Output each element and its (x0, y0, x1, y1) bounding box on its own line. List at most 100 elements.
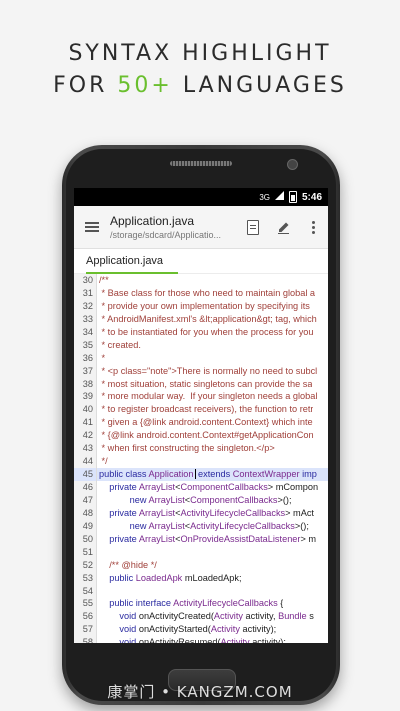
code-line[interactable]: 48 private ArrayList<ActivityLifecycleCa… (74, 506, 328, 520)
code-line[interactable]: 43 * when first constructing the singlet… (74, 442, 328, 456)
code-line[interactable]: 40 * to register broadcast receivers), t… (74, 403, 328, 417)
code-token: ArrayList (138, 533, 176, 544)
code-token: public class (99, 469, 149, 480)
code-line[interactable]: 52 /** @hide */ (74, 558, 328, 572)
code-token: */ (99, 456, 108, 467)
code-line[interactable]: 50 private ArrayList<OnProvideAssistData… (74, 532, 328, 546)
network-type: 3G (259, 192, 270, 202)
code-line[interactable]: 49 new ArrayList<ActivityLifecycleCallba… (74, 519, 328, 533)
code-text: * (97, 352, 106, 365)
code-text: void onActivityResumed(Activity activity… (97, 636, 286, 643)
line-number: 50 (74, 532, 97, 546)
code-text: * <p class="note">There is normally no n… (97, 365, 318, 378)
line-number: 43 (74, 442, 97, 456)
document-button[interactable] (238, 206, 268, 248)
code-token: > m (300, 533, 317, 544)
code-text: * to register broadcast receivers), the … (97, 403, 314, 416)
code-text: void onActivityStarted(Activity activity… (97, 623, 276, 636)
code-line[interactable]: 34 * to be instantiated for you when the… (74, 325, 328, 339)
code-line[interactable]: 56 void onActivityCreated(Activity activ… (74, 610, 328, 624)
code-line[interactable]: 44 */ (74, 455, 328, 469)
line-number: 53 (74, 571, 97, 585)
code-token: Activity (213, 611, 243, 622)
code-text: public interface ActivityLifecycleCallba… (97, 597, 283, 610)
code-text: private ArrayList<OnProvideAssistDataLis… (97, 533, 316, 546)
code-line[interactable]: 47 new ArrayList<ComponentCallbacks>(); (74, 493, 328, 507)
line-number: 57 (74, 623, 97, 637)
code-line[interactable]: 37 * <p class="note">There is normally n… (74, 364, 328, 378)
code-token: ArrayList (148, 494, 185, 505)
code-text: * Base class for those who need to maint… (97, 287, 316, 300)
code-token: ArrayList (148, 520, 185, 531)
code-token: > mAct (285, 507, 314, 518)
status-bar: 3G 5:46 (74, 188, 328, 206)
code-line[interactable]: 58 void onActivityResumed(Activity activ… (74, 636, 328, 643)
code-line[interactable]: 51 (74, 545, 328, 559)
code-text: public class Application extends Context… (97, 468, 317, 481)
code-line[interactable]: 38 * most situation, static singletons c… (74, 377, 328, 391)
line-number: 39 (74, 390, 97, 404)
code-token: ActivityLifecycleCallbacks (180, 507, 286, 518)
line-number: 45 (74, 468, 97, 481)
headline-line-2: FOR 50+ LANGUAGES (0, 70, 400, 102)
app-toolbar: Application.java /storage/sdcard/Applica… (74, 206, 328, 249)
code-line[interactable]: 32 * provide your own implementation by … (74, 299, 328, 313)
code-token: * {@link android.content.Context#getAppl… (99, 430, 314, 441)
code-line[interactable]: 46 private ArrayList<ComponentCallbacks>… (74, 481, 328, 494)
pencil-icon (277, 222, 289, 234)
code-token: public (99, 572, 136, 583)
code-line[interactable]: 31 * Base class for those who need to ma… (74, 286, 328, 300)
code-token: Bundle (278, 611, 307, 622)
tab-application-java[interactable]: Application.java (74, 249, 175, 273)
code-text: /** @hide */ (97, 559, 157, 572)
code-line[interactable]: 42 * {@link android.content.Context#getA… (74, 429, 328, 443)
line-number: 37 (74, 364, 97, 378)
line-number: 48 (74, 506, 97, 520)
code-line[interactable]: 54 (74, 584, 328, 598)
line-number: 49 (74, 519, 97, 533)
code-editor[interactable]: 30/** 31 * Base class for those who need … (74, 274, 328, 643)
code-token: * to register broadcast receivers), the … (99, 404, 314, 415)
code-token: * more modular way. If your singleton ne… (99, 391, 318, 402)
code-line[interactable]: 30/** (74, 274, 328, 287)
line-number: 52 (74, 558, 97, 572)
code-line[interactable]: 53 public LoadedApk mLoadedApk; (74, 571, 328, 585)
code-line[interactable]: 33 * AndroidManifest.xml's &lt;applicati… (74, 312, 328, 326)
code-token: activity); (239, 624, 277, 635)
code-line[interactable]: 55 public interface ActivityLifecycleCal… (74, 597, 328, 611)
menu-button[interactable] (74, 206, 110, 248)
code-token: >(); (294, 520, 309, 531)
code-text: * when first constructing the singleton.… (97, 442, 275, 455)
code-text: * to be instantiated for you when the pr… (97, 326, 314, 339)
code-token: public interface (99, 598, 174, 609)
line-number: 42 (74, 429, 97, 443)
code-token: onActivityCreated( (138, 611, 214, 622)
code-token: s (306, 611, 314, 622)
line-number: 58 (74, 636, 97, 643)
code-line[interactable]: 45 public class Application extends Conte… (74, 468, 328, 481)
code-token: * (99, 352, 106, 363)
code-token: > mCompon (267, 482, 319, 492)
code-line[interactable]: 36 * (74, 351, 328, 365)
code-line[interactable]: 41 * given a {@link android.content.Cont… (74, 416, 328, 430)
code-line[interactable]: 57 void onActivityStarted(Activity activ… (74, 623, 328, 637)
code-token: ContextWrapper (232, 469, 300, 480)
code-token: ActivityLifecycleCallbacks (173, 598, 278, 609)
file-path: /storage/sdcard/Applicatio... (110, 229, 222, 240)
edit-button[interactable] (268, 206, 298, 248)
line-number: 47 (74, 493, 97, 507)
code-token: private (99, 533, 139, 544)
code-token: ActivityLifecycleCallbacks (190, 520, 295, 531)
code-token: Activity (220, 637, 250, 643)
code-line[interactable]: 35 * created. (74, 338, 328, 352)
headline-accent: 50+ (117, 73, 173, 98)
code-line[interactable]: 39 * more modular way. If your singleton… (74, 390, 328, 404)
code-token: /** (99, 275, 109, 285)
document-icon (247, 219, 259, 235)
overflow-menu-button[interactable] (298, 206, 328, 248)
code-token: * created. (99, 339, 141, 350)
code-token: activity); (249, 637, 286, 643)
code-token: new (99, 520, 149, 531)
line-number: 34 (74, 325, 97, 339)
